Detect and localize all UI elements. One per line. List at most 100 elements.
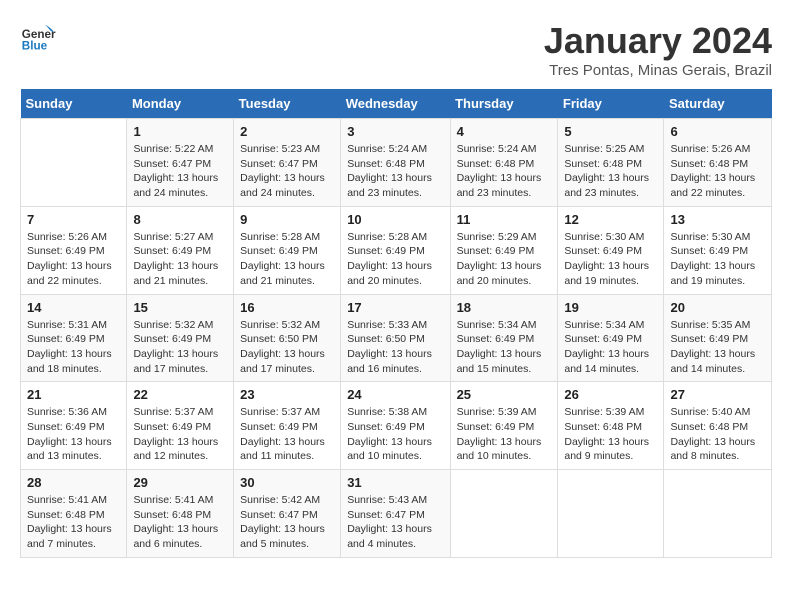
day-info: Sunrise: 5:27 AM Sunset: 6:49 PM Dayligh…: [133, 230, 227, 289]
calendar-header-row: Sunday Monday Tuesday Wednesday Thursday…: [21, 89, 772, 119]
day-info: Sunrise: 5:25 AM Sunset: 6:48 PM Dayligh…: [564, 142, 657, 201]
day-number: 29: [133, 475, 227, 490]
calendar-cell: 3 Sunrise: 5:24 AM Sunset: 6:48 PM Daylig…: [341, 119, 450, 207]
day-info: Sunrise: 5:40 AM Sunset: 6:48 PM Dayligh…: [670, 405, 765, 464]
day-number: 16: [240, 300, 334, 315]
day-info: Sunrise: 5:32 AM Sunset: 6:49 PM Dayligh…: [133, 318, 227, 377]
calendar-week-row: 28 Sunrise: 5:41 AM Sunset: 6:48 PM Dayli…: [21, 470, 772, 558]
day-info: Sunrise: 5:32 AM Sunset: 6:50 PM Dayligh…: [240, 318, 334, 377]
calendar-week-row: 14 Sunrise: 5:31 AM Sunset: 6:49 PM Dayli…: [21, 294, 772, 382]
day-info: Sunrise: 5:26 AM Sunset: 6:48 PM Dayligh…: [670, 142, 765, 201]
day-number: 31: [347, 475, 443, 490]
day-number: 3: [347, 124, 443, 139]
calendar-week-row: 21 Sunrise: 5:36 AM Sunset: 6:49 PM Dayli…: [21, 382, 772, 470]
day-number: 19: [564, 300, 657, 315]
day-info: Sunrise: 5:38 AM Sunset: 6:49 PM Dayligh…: [347, 405, 443, 464]
day-info: Sunrise: 5:30 AM Sunset: 6:49 PM Dayligh…: [564, 230, 657, 289]
day-info: Sunrise: 5:43 AM Sunset: 6:47 PM Dayligh…: [347, 493, 443, 552]
calendar-cell: 11Sunrise: 5:29 AM Sunset: 6:49 PM Dayli…: [450, 206, 558, 294]
calendar-cell: [21, 119, 127, 207]
day-info: Sunrise: 5:37 AM Sunset: 6:49 PM Dayligh…: [133, 405, 227, 464]
day-number: 23: [240, 387, 334, 402]
day-info: Sunrise: 5:35 AM Sunset: 6:49 PM Dayligh…: [670, 318, 765, 377]
calendar-cell: 19 Sunrise: 5:34 AM Sunset: 6:49 PM Dayli…: [558, 294, 664, 382]
day-number: 14: [27, 300, 120, 315]
day-number: 28: [27, 475, 120, 490]
day-number: 22: [133, 387, 227, 402]
day-number: 6: [670, 124, 765, 139]
calendar-cell: 17 Sunrise: 5:33 AM Sunset: 6:50 PM Dayli…: [341, 294, 450, 382]
calendar-cell: 25Sunrise: 5:39 AM Sunset: 6:49 PM Dayli…: [450, 382, 558, 470]
day-number: 12: [564, 212, 657, 227]
day-number: 11: [457, 212, 552, 227]
calendar-cell: 10Sunrise: 5:28 AM Sunset: 6:49 PM Dayli…: [341, 206, 450, 294]
calendar-cell: 26 Sunrise: 5:39 AM Sunset: 6:48 PM Dayli…: [558, 382, 664, 470]
day-number: 27: [670, 387, 765, 402]
title-area: January 2024 Tres Pontas, Minas Gerais, …: [544, 20, 772, 79]
calendar-cell: 6 Sunrise: 5:26 AM Sunset: 6:48 PM Daylig…: [664, 119, 772, 207]
day-number: 18: [457, 300, 552, 315]
calendar-subtitle: Tres Pontas, Minas Gerais, Brazil: [544, 62, 772, 79]
calendar-cell: 5 Sunrise: 5:25 AM Sunset: 6:48 PM Daylig…: [558, 119, 664, 207]
calendar-cell: 12 Sunrise: 5:30 AM Sunset: 6:49 PM Dayli…: [558, 206, 664, 294]
calendar-cell: 8Sunrise: 5:27 AM Sunset: 6:49 PM Daylig…: [127, 206, 234, 294]
calendar-cell: 13 Sunrise: 5:30 AM Sunset: 6:49 PM Dayli…: [664, 206, 772, 294]
header-sunday: Sunday: [21, 89, 127, 119]
calendar-cell: 9Sunrise: 5:28 AM Sunset: 6:49 PM Daylig…: [234, 206, 341, 294]
day-info: Sunrise: 5:42 AM Sunset: 6:47 PM Dayligh…: [240, 493, 334, 552]
header-monday: Monday: [127, 89, 234, 119]
calendar-cell: 14 Sunrise: 5:31 AM Sunset: 6:49 PM Dayli…: [21, 294, 127, 382]
day-number: 13: [670, 212, 765, 227]
calendar-cell: [450, 470, 558, 558]
header-friday: Friday: [558, 89, 664, 119]
calendar-cell: 20 Sunrise: 5:35 AM Sunset: 6:49 PM Dayli…: [664, 294, 772, 382]
day-info: Sunrise: 5:28 AM Sunset: 6:49 PM Dayligh…: [240, 230, 334, 289]
day-number: 17: [347, 300, 443, 315]
calendar-cell: 22 Sunrise: 5:37 AM Sunset: 6:49 PM Dayli…: [127, 382, 234, 470]
calendar-week-row: 7Sunrise: 5:26 AM Sunset: 6:49 PM Daylig…: [21, 206, 772, 294]
calendar-cell: 1 Sunrise: 5:22 AM Sunset: 6:47 PM Daylig…: [127, 119, 234, 207]
day-info: Sunrise: 5:37 AM Sunset: 6:49 PM Dayligh…: [240, 405, 334, 464]
header-tuesday: Tuesday: [234, 89, 341, 119]
header-thursday: Thursday: [450, 89, 558, 119]
header-wednesday: Wednesday: [341, 89, 450, 119]
day-number: 1: [133, 124, 227, 139]
calendar-cell: 7Sunrise: 5:26 AM Sunset: 6:49 PM Daylig…: [21, 206, 127, 294]
calendar-cell: 29 Sunrise: 5:41 AM Sunset: 6:48 PM Dayli…: [127, 470, 234, 558]
calendar-cell: 2Sunrise: 5:23 AM Sunset: 6:47 PM Daylig…: [234, 119, 341, 207]
calendar-cell: 31 Sunrise: 5:43 AM Sunset: 6:47 PM Dayli…: [341, 470, 450, 558]
day-info: Sunrise: 5:36 AM Sunset: 6:49 PM Dayligh…: [27, 405, 120, 464]
svg-text:Blue: Blue: [22, 40, 48, 53]
day-number: 5: [564, 124, 657, 139]
day-number: 15: [133, 300, 227, 315]
day-number: 24: [347, 387, 443, 402]
calendar-cell: 18 Sunrise: 5:34 AM Sunset: 6:49 PM Dayli…: [450, 294, 558, 382]
day-info: Sunrise: 5:30 AM Sunset: 6:49 PM Dayligh…: [670, 230, 765, 289]
day-number: 7: [27, 212, 120, 227]
day-info: Sunrise: 5:41 AM Sunset: 6:48 PM Dayligh…: [27, 493, 120, 552]
day-info: Sunrise: 5:33 AM Sunset: 6:50 PM Dayligh…: [347, 318, 443, 377]
day-info: Sunrise: 5:41 AM Sunset: 6:48 PM Dayligh…: [133, 493, 227, 552]
day-number: 30: [240, 475, 334, 490]
day-number: 2: [240, 124, 334, 139]
day-info: Sunrise: 5:34 AM Sunset: 6:49 PM Dayligh…: [457, 318, 552, 377]
day-info: Sunrise: 5:34 AM Sunset: 6:49 PM Dayligh…: [564, 318, 657, 377]
day-info: Sunrise: 5:39 AM Sunset: 6:48 PM Dayligh…: [564, 405, 657, 464]
calendar-cell: [558, 470, 664, 558]
day-number: 26: [564, 387, 657, 402]
day-number: 20: [670, 300, 765, 315]
calendar-cell: 23 Sunrise: 5:37 AM Sunset: 6:49 PM Dayli…: [234, 382, 341, 470]
calendar-table: Sunday Monday Tuesday Wednesday Thursday…: [20, 89, 772, 558]
day-info: Sunrise: 5:31 AM Sunset: 6:49 PM Dayligh…: [27, 318, 120, 377]
header-saturday: Saturday: [664, 89, 772, 119]
calendar-cell: [664, 470, 772, 558]
calendar-cell: 21 Sunrise: 5:36 AM Sunset: 6:49 PM Dayli…: [21, 382, 127, 470]
day-number: 21: [27, 387, 120, 402]
calendar-cell: 27 Sunrise: 5:40 AM Sunset: 6:48 PM Dayli…: [664, 382, 772, 470]
day-info: Sunrise: 5:22 AM Sunset: 6:47 PM Dayligh…: [133, 142, 227, 201]
calendar-cell: 16 Sunrise: 5:32 AM Sunset: 6:50 PM Dayli…: [234, 294, 341, 382]
day-info: Sunrise: 5:24 AM Sunset: 6:48 PM Dayligh…: [347, 142, 443, 201]
calendar-cell: 15 Sunrise: 5:32 AM Sunset: 6:49 PM Dayli…: [127, 294, 234, 382]
day-number: 4: [457, 124, 552, 139]
calendar-cell: 28 Sunrise: 5:41 AM Sunset: 6:48 PM Dayli…: [21, 470, 127, 558]
